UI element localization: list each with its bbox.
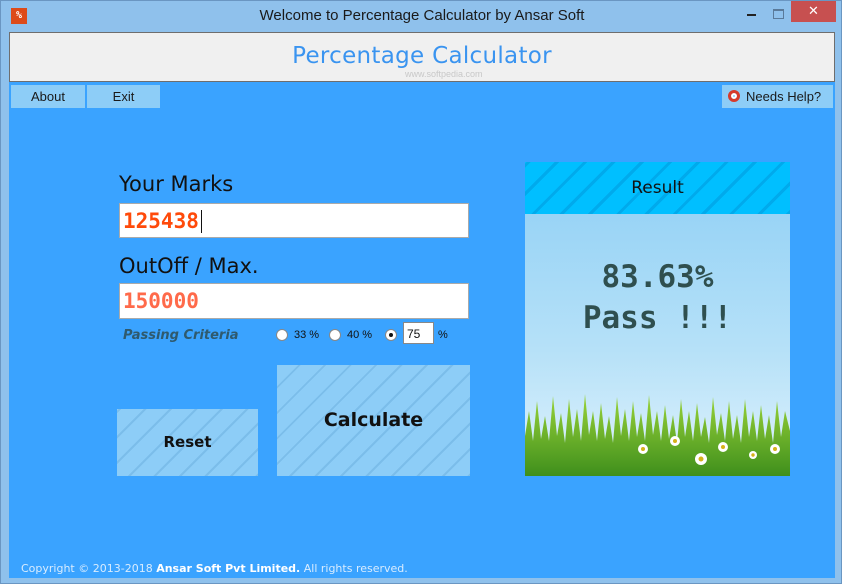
needs-help-label: Needs Help? bbox=[746, 89, 822, 104]
lifebuoy-icon bbox=[728, 90, 740, 102]
window-title: Welcome to Percentage Calculator by Ansa… bbox=[259, 7, 585, 24]
exit-button[interactable]: Exit bbox=[87, 85, 160, 108]
max-marks-label: OutOff / Max. bbox=[119, 254, 259, 278]
minimize-button[interactable] bbox=[739, 1, 765, 22]
header-banner: Percentage Calculator www.softpedia.com bbox=[9, 32, 835, 82]
copyright-prefix: Copyright © 2013-2018 bbox=[21, 562, 153, 575]
result-percentage: 83.63% bbox=[601, 259, 714, 295]
criteria-33-radio[interactable] bbox=[276, 329, 288, 341]
passing-criteria-label: Passing Criteria bbox=[123, 328, 239, 343]
company-name: Ansar Soft Pvt Limited. bbox=[156, 562, 301, 575]
max-marks-input[interactable] bbox=[120, 284, 468, 318]
app-heading: Percentage Calculator bbox=[292, 43, 552, 69]
copyright-suffix: All rights reserved. bbox=[303, 562, 408, 575]
needs-help-button[interactable]: Needs Help? bbox=[722, 85, 833, 108]
result-status: Pass !!! bbox=[582, 300, 733, 336]
grass-illustration bbox=[525, 394, 790, 476]
reset-button[interactable]: Reset bbox=[117, 409, 258, 476]
app-window: % Welcome to Percentage Calculator by An… bbox=[0, 0, 842, 584]
close-icon: ✕ bbox=[808, 4, 819, 19]
criteria-custom-radio[interactable] bbox=[385, 329, 397, 341]
calculate-button[interactable]: Calculate bbox=[277, 365, 470, 476]
your-marks-field[interactable] bbox=[119, 203, 469, 238]
close-button[interactable]: ✕ bbox=[791, 1, 836, 22]
criteria-40-label: 40 % bbox=[347, 329, 373, 341]
your-marks-input[interactable] bbox=[120, 204, 468, 237]
maximize-button[interactable] bbox=[765, 1, 791, 22]
minimize-icon bbox=[747, 14, 756, 16]
criteria-40-radio[interactable] bbox=[329, 329, 341, 341]
watermark: www.softpedia.com bbox=[405, 69, 483, 79]
text-caret bbox=[201, 210, 202, 233]
custom-criteria-field[interactable] bbox=[403, 322, 434, 344]
grass-blades bbox=[525, 394, 790, 476]
max-marks-field[interactable] bbox=[119, 283, 469, 319]
maximize-icon bbox=[773, 9, 784, 19]
copyright-footer: Copyright © 2013-2018 Ansar Soft Pvt Lim… bbox=[21, 562, 408, 575]
custom-criteria-suffix: % bbox=[438, 329, 448, 341]
main-panel: About Exit Needs Help? Your Marks OutOff… bbox=[9, 82, 835, 578]
about-button[interactable]: About bbox=[11, 85, 85, 108]
custom-criteria-input[interactable] bbox=[404, 324, 433, 344]
result-header: Result bbox=[525, 162, 790, 214]
your-marks-label: Your Marks bbox=[119, 172, 234, 196]
criteria-33-label: 33 % bbox=[294, 329, 320, 341]
title-bar[interactable]: % Welcome to Percentage Calculator by An… bbox=[1, 1, 842, 31]
result-panel: Result 83.63% Pass !!! bbox=[525, 162, 790, 476]
